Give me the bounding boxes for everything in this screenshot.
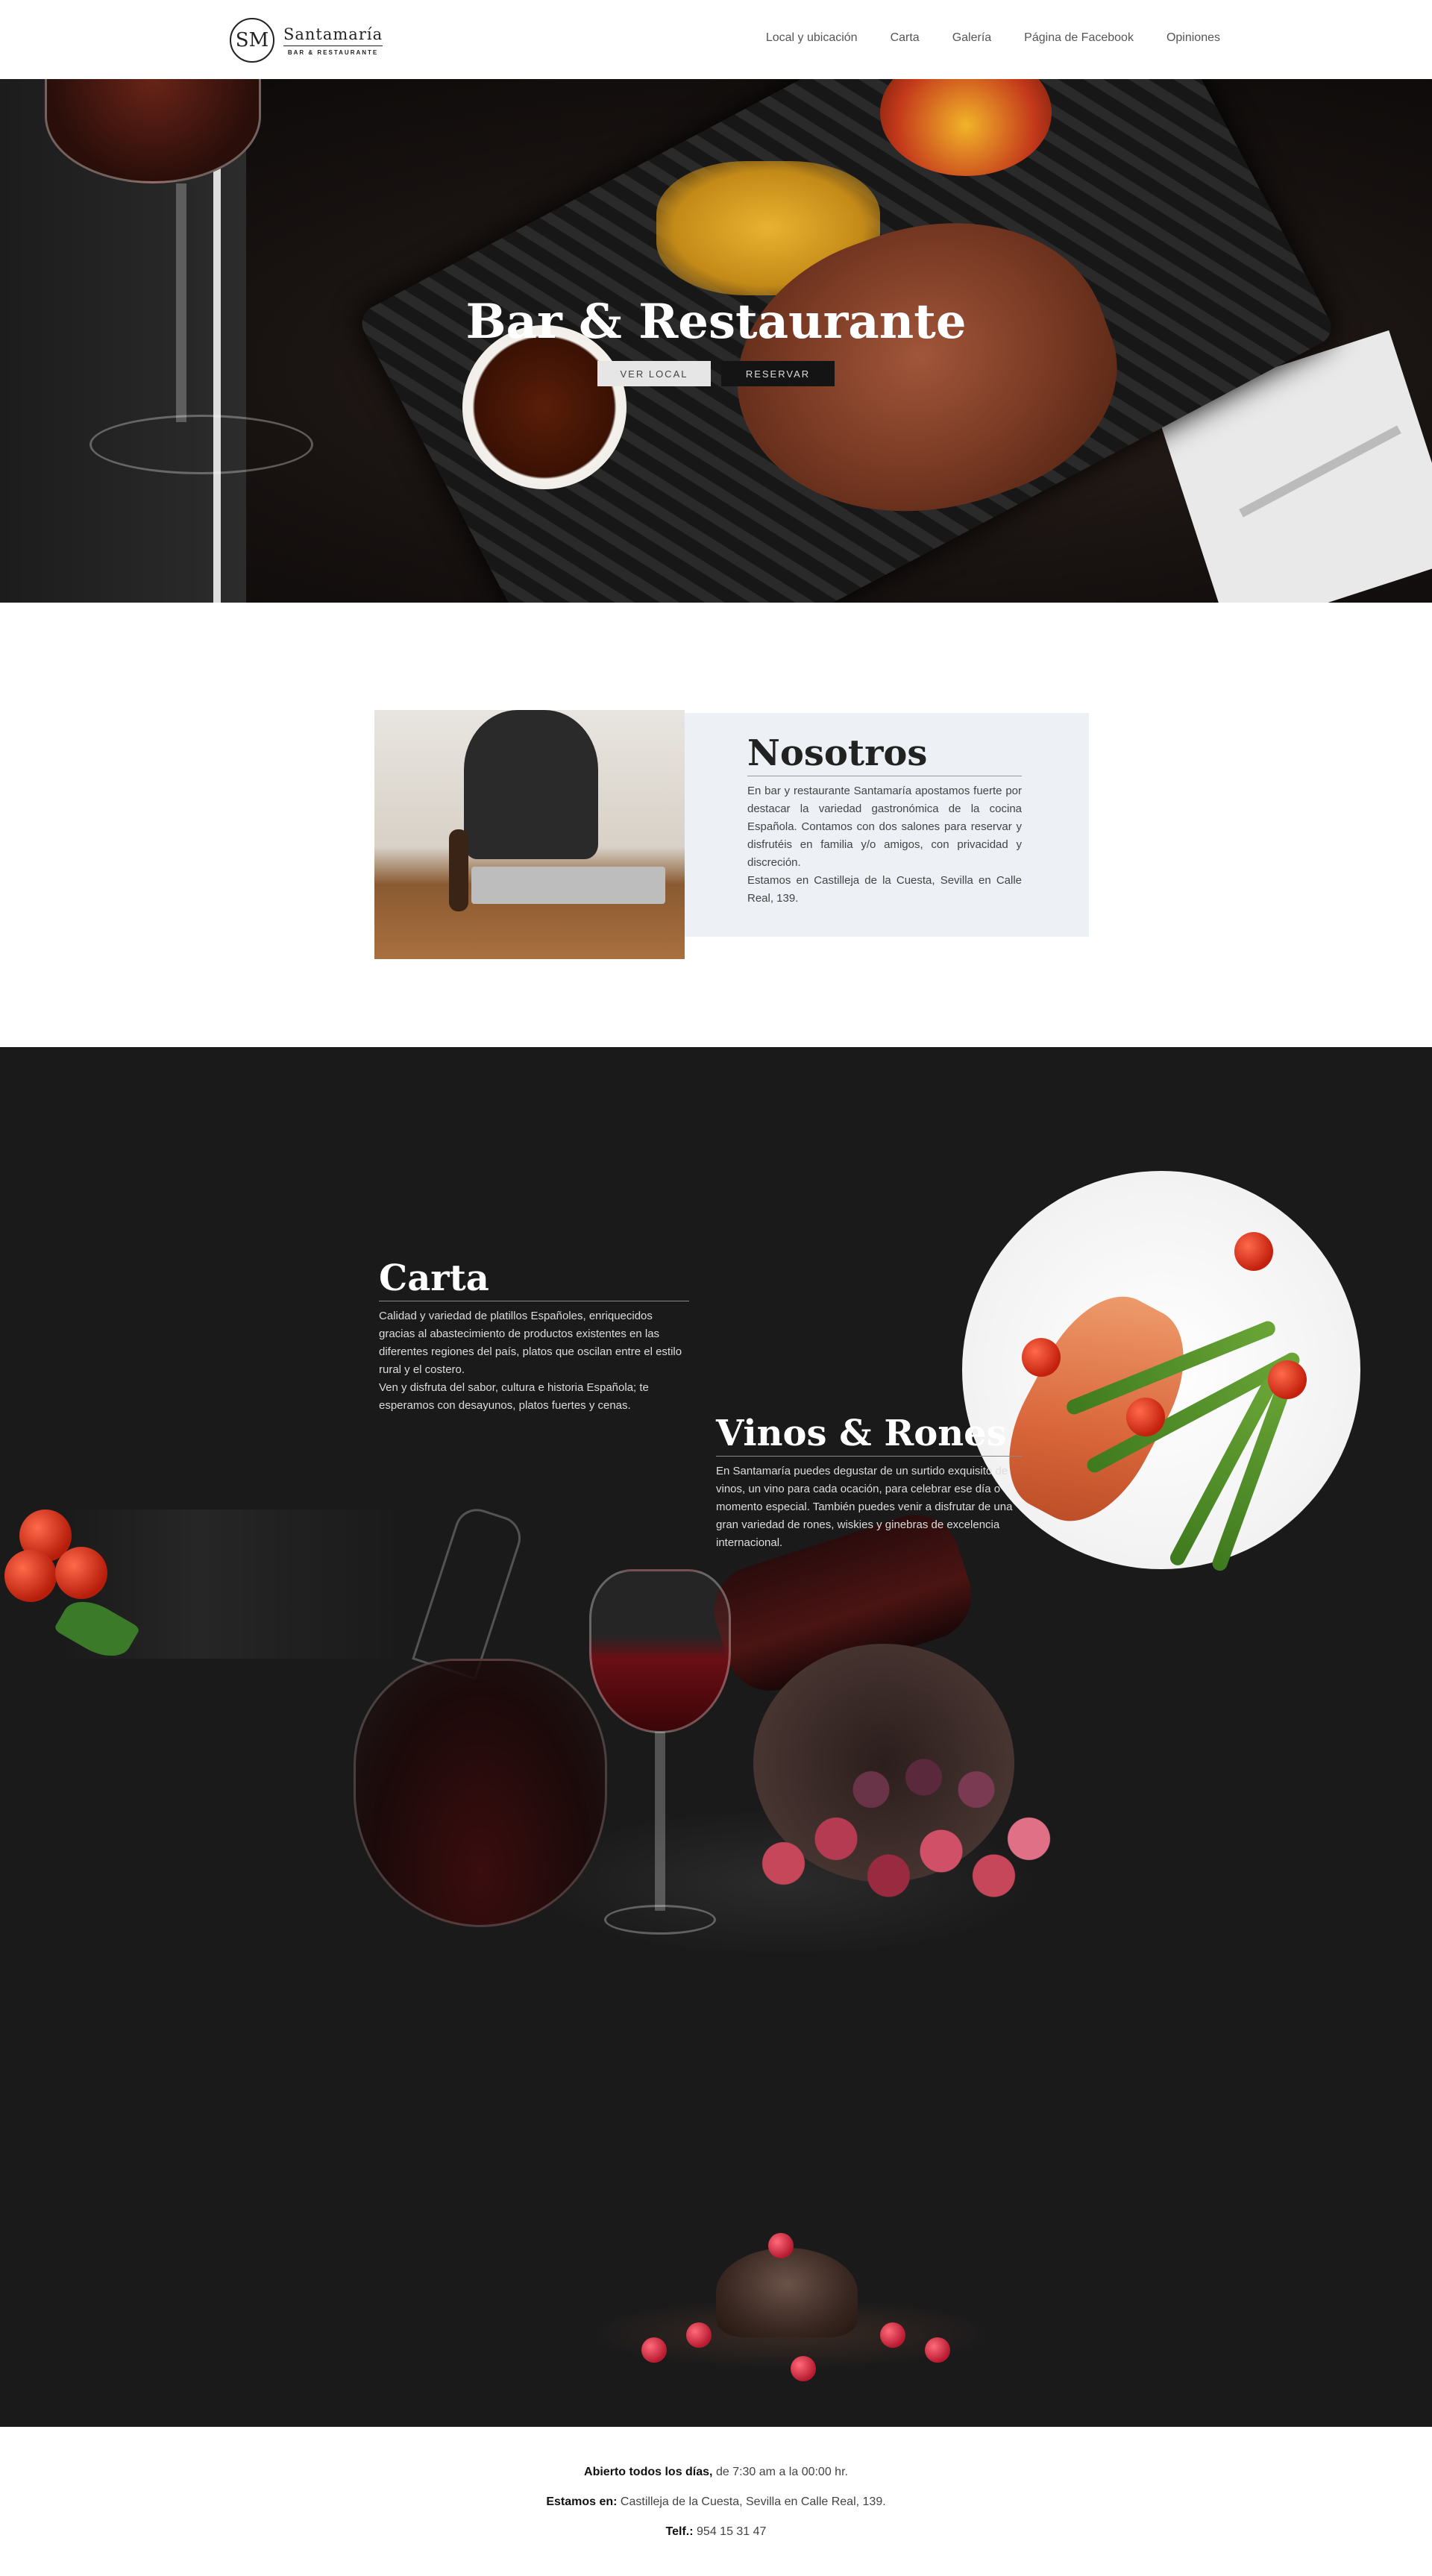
logo-text: Santamaría BAR & RESTAURANTE (283, 25, 383, 56)
about-title: Nosotros (747, 732, 1022, 776)
footer-hours-label: Abierto todos los días, (584, 2466, 713, 2478)
tomato (55, 1547, 107, 1599)
cherry-tomato (1022, 1338, 1061, 1377)
hero-sauce-cup (462, 325, 626, 489)
glass-stem (655, 1732, 665, 1911)
site-header: SM Santamaría BAR & RESTAURANTE Local y … (0, 0, 1432, 79)
cherry-tomato (1268, 1360, 1307, 1399)
raspberry (880, 2322, 905, 2348)
hero-buttons: VER LOCAL RESERVAR (0, 361, 1432, 386)
logo-name: Santamaría (283, 25, 383, 46)
vinos-title: Vinos & Rones (716, 1413, 1022, 1457)
wine-carafe (354, 1503, 607, 1927)
footer-address-value: Castilleja de la Cuesta, Sevilla en Call… (617, 2495, 886, 2508)
carta-block: Carta Calidad y variedad de platillos Es… (379, 1257, 689, 1415)
carafe-body (354, 1659, 607, 1927)
dessert-cake (716, 2248, 858, 2337)
nav-link-carta[interactable]: Carta (891, 31, 920, 45)
ver-local-button[interactable]: VER LOCAL (597, 361, 711, 386)
footer-phone-value: 954 15 31 47 (693, 2525, 767, 2538)
hero-banner: Bar & Restaurante VER LOCAL RESERVAR (0, 79, 1432, 603)
footer-hours: Abierto todos los días, de 7:30 am a la … (0, 2466, 1432, 2479)
main-nav: Local y ubicación Carta Galería Página d… (766, 31, 1220, 45)
vinos-paragraph: En Santamaría puedes degustar de un surt… (716, 1465, 1013, 1549)
carafe-neck (412, 1503, 527, 1680)
nav-link-opiniones[interactable]: Opiniones (1166, 31, 1220, 45)
about-section: Nosotros En bar y restaurante Santamaría… (0, 603, 1432, 1047)
vinos-block: Vinos & Rones En Santamaría puedes degus… (716, 1413, 1022, 1552)
nav-link-local[interactable]: Local y ubicación (766, 31, 858, 45)
cherry-tomato (1234, 1232, 1273, 1271)
tomato (4, 1550, 57, 1602)
basil-leaf (53, 1591, 141, 1667)
reservar-button[interactable]: RESERVAR (721, 361, 835, 386)
raspberry (641, 2337, 667, 2363)
footer-phone-label: Telf.: (665, 2525, 694, 2538)
chocolate-dessert (597, 2233, 984, 2397)
carta-paragraph-1: Calidad y variedad de platillos Españole… (379, 1310, 682, 1376)
footer-address: Estamos en: Castilleja de la Cuesta, Sev… (0, 2495, 1432, 2509)
raspberry (925, 2337, 950, 2363)
about-card: Nosotros En bar y restaurante Santamaría… (685, 713, 1089, 937)
about-paragraph-2: Estamos en Castilleja de la Cuesta, Sevi… (747, 874, 1022, 905)
tomatoes-basil (0, 1495, 194, 1674)
site-footer: Abierto todos los días, de 7:30 am a la … (0, 2427, 1432, 2576)
glass-bowl (589, 1569, 731, 1733)
wine-glass (589, 1569, 731, 1957)
pepper-mill (449, 829, 468, 911)
raspberry (686, 2322, 712, 2348)
hero-title: Bar & Restaurante (465, 294, 967, 350)
carta-paragraph-2: Ven y disfruta del sabor, cultura e hist… (379, 1381, 649, 1412)
hero-glass-foot (90, 415, 313, 474)
logo[interactable]: SM Santamaría BAR & RESTAURANTE (230, 18, 383, 63)
raspberry (791, 2356, 816, 2381)
logo-subtitle: BAR & RESTAURANTE (287, 48, 379, 56)
footer-address-label: Estamos en: (546, 2495, 618, 2508)
chef-figure (464, 710, 598, 859)
menu-section: Carta Calidad y variedad de platillos Es… (0, 1047, 1432, 2427)
chef-photo (374, 710, 685, 959)
footer-hours-value: de 7:30 am a la 00:00 hr. (712, 2466, 848, 2478)
cherry-tomato (1126, 1398, 1165, 1436)
meat-tray (471, 867, 665, 904)
raspberry (768, 2233, 794, 2258)
logo-mark: SM (230, 18, 274, 63)
grapes (731, 1703, 1081, 1950)
footer-phone: Telf.: 954 15 31 47 (0, 2525, 1432, 2539)
carta-title: Carta (379, 1257, 689, 1301)
nav-link-facebook[interactable]: Página de Facebook (1024, 31, 1134, 45)
about-paragraph-1: En bar y restaurante Santamaría apostamo… (747, 785, 1022, 869)
nav-link-galeria[interactable]: Galería (952, 31, 991, 45)
glass-foot (604, 1905, 716, 1935)
